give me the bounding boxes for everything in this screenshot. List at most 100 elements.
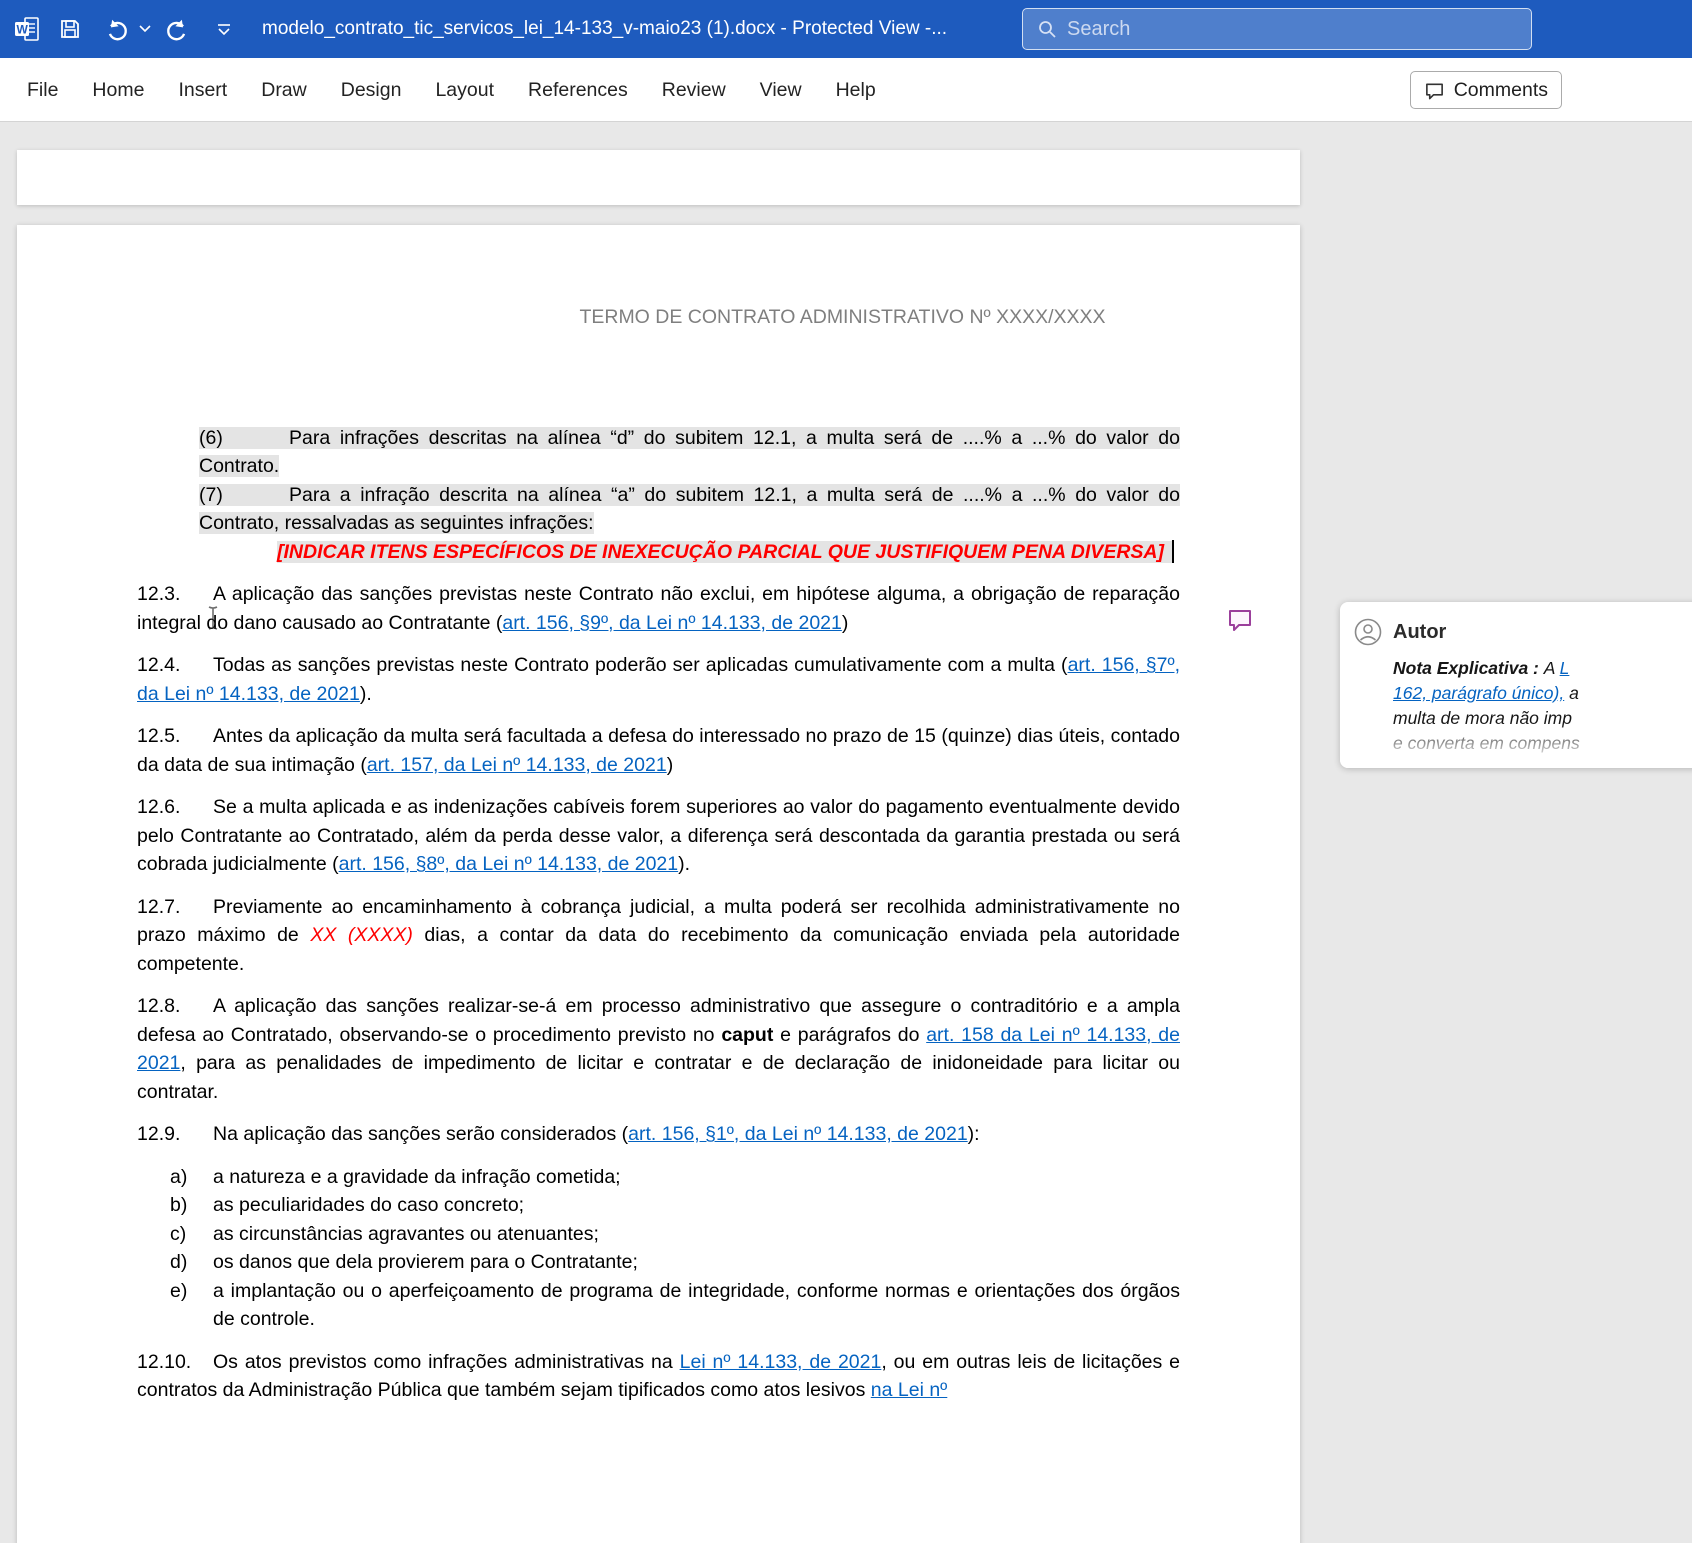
doc-text-run: Para a infração descrita na alínea “a” d… xyxy=(199,484,1180,535)
doc-link[interactable]: art. 156, §9º, da Lei nº 14.133, de 2021 xyxy=(502,612,842,634)
search-icon xyxy=(1037,19,1057,39)
doc-link[interactable]: Lei nº 14.133, de 2021 xyxy=(680,1351,882,1373)
doc-text-run: Os atos previstos como infrações adminis… xyxy=(213,1351,680,1373)
paragraph-number: 12.4. xyxy=(137,651,213,680)
doc-paragraph: 12.9.Na aplicação das sanções serão cons… xyxy=(137,1120,1180,1149)
doc-paragraph: (6)Para infrações descritas na alínea “d… xyxy=(137,424,1180,481)
doc-paragraph: e)a implantação ou o aperfeiçoamento de … xyxy=(137,1277,1180,1334)
doc-text-run: ). xyxy=(360,683,372,705)
ribbon: FileHomeInsertDrawDesignLayoutReferences… xyxy=(0,58,1692,122)
highlighted-text: [INDICAR ITENS ESPECÍFICOS DE INEXECUÇÃO… xyxy=(277,541,1174,563)
word-app-icon[interactable]: W xyxy=(8,0,46,58)
doc-paragraph: 12.5.Antes da aplicação da multa será fa… xyxy=(137,722,1180,779)
highlighted-text: (6)Para infrações descritas na alínea “d… xyxy=(199,427,1180,478)
comments-button-label: Comments xyxy=(1454,79,1548,102)
search-input[interactable] xyxy=(1067,18,1507,41)
doc-text-run: e parágrafos do xyxy=(773,1024,926,1046)
doc-text-run: as peculiaridades do caso concreto; xyxy=(213,1194,524,1216)
doc-paragraph: 12.10.Os atos previstos como infrações a… xyxy=(137,1348,1180,1405)
paragraph-number: d) xyxy=(170,1248,213,1277)
ibeam-cursor xyxy=(206,605,220,636)
paragraph-number: 12.9. xyxy=(137,1120,213,1149)
comment-note-line: e converta em compens xyxy=(1393,731,1692,756)
comment-note-line: multa de mora não imp xyxy=(1393,706,1692,731)
comment-text: multa de mora não imp xyxy=(1393,708,1572,728)
paragraph-number: (7) xyxy=(199,481,289,510)
comment-marker-icon[interactable] xyxy=(1226,606,1254,634)
comment-note-line: 162, parágrafo único), a xyxy=(1393,681,1692,706)
doc-paragraph: 12.7.Previamente ao encaminhamento à cob… xyxy=(137,893,1180,979)
comment-author: Autor xyxy=(1393,621,1446,644)
svg-text:W: W xyxy=(17,23,29,37)
doc-paragraph: 12.3.A aplicação das sanções previstas n… xyxy=(137,580,1180,637)
doc-text-run: caput xyxy=(721,1024,773,1046)
paragraph-number: a) xyxy=(170,1163,213,1192)
paragraph-number: 12.5. xyxy=(137,722,213,751)
ribbon-tab-file[interactable]: File xyxy=(10,58,75,122)
comment-note-line: Nota Explicativa : A L xyxy=(1393,656,1692,681)
ribbon-tab-draw[interactable]: Draw xyxy=(244,58,324,122)
doc-text-run: ). xyxy=(678,853,690,875)
doc-link[interactable]: art. 156, §1º, da Lei nº 14.133, de 2021 xyxy=(628,1123,968,1145)
paragraph-number: 12.3. xyxy=(137,580,213,609)
doc-text-run: Para infrações descritas na alínea “d” d… xyxy=(199,427,1180,478)
search-box[interactable] xyxy=(1022,8,1532,50)
doc-text-run: , para as penalidades de impedimento de … xyxy=(137,1052,1180,1103)
text-caret xyxy=(1172,540,1174,563)
doc-text-run: XX (XXXX) xyxy=(310,924,413,946)
doc-text-run: [INDICAR ITENS ESPECÍFICOS DE INEXECUÇÃO… xyxy=(277,541,1164,563)
comment-card[interactable]: Autor Nota Explicativa : A L162, parágra… xyxy=(1340,602,1692,768)
doc-text-run: ) xyxy=(667,754,674,776)
doc-paragraph: 12.8.A aplicação das sanções realizar-se… xyxy=(137,992,1180,1106)
comment-text: A xyxy=(1544,658,1560,678)
ribbon-tab-design[interactable]: Design xyxy=(324,58,419,122)
comment-link[interactable]: 162, parágrafo único), xyxy=(1393,683,1564,703)
paragraph-number: (6) xyxy=(199,424,289,453)
titlebar: W modelo_contrato_tic_servicos_lei_14-13… xyxy=(0,0,1692,58)
doc-text-run: Na aplicação das sanções serão considera… xyxy=(213,1123,628,1145)
doc-link[interactable]: na Lei nº xyxy=(871,1379,948,1401)
document-title-protected-view: modelo_contrato_tic_servicos_lei_14-133_… xyxy=(262,0,947,58)
doc-text-run: ): xyxy=(968,1123,980,1145)
doc-paragraph: 12.6.Se a multa aplicada e as indenizaçõ… xyxy=(137,793,1180,879)
highlighted-text: (7)Para a infração descrita na alínea “a… xyxy=(199,484,1180,535)
ribbon-tab-help[interactable]: Help xyxy=(819,58,893,122)
redo-icon[interactable] xyxy=(160,0,194,58)
doc-text-run: ) xyxy=(842,612,849,634)
doc-text-run: os danos que dela provierem para o Contr… xyxy=(213,1251,638,1273)
previous-page-edge xyxy=(17,150,1300,205)
document-scroll-area[interactable]: TERMO DE CONTRATO ADMINISTRATIVO Nº XXXX… xyxy=(0,122,1692,1543)
document-body: (6)Para infrações descritas na alínea “d… xyxy=(137,424,1180,1405)
ribbon-tab-home[interactable]: Home xyxy=(75,58,161,122)
doc-link[interactable]: art. 157, da Lei nº 14.133, de 2021 xyxy=(367,754,667,776)
ribbon-tab-layout[interactable]: Layout xyxy=(418,58,511,122)
contract-title: TERMO DE CONTRATO ADMINISTRATIVO Nº XXXX… xyxy=(137,303,1180,332)
comment-note: Nota Explicativa : A L162, parágrafo úni… xyxy=(1354,656,1692,756)
quick-access-toolbar-chevron-icon[interactable] xyxy=(210,0,238,58)
ribbon-tab-insert[interactable]: Insert xyxy=(161,58,244,122)
undo-dropdown-chevron[interactable] xyxy=(136,0,154,58)
doc-paragraph: [INDICAR ITENS ESPECÍFICOS DE INEXECUÇÃO… xyxy=(137,538,1180,567)
ribbon-tab-references[interactable]: References xyxy=(511,58,645,122)
comments-button[interactable]: Comments xyxy=(1410,71,1562,109)
paragraph-number: b) xyxy=(170,1191,213,1220)
doc-paragraph: c)as circunstâncias agravantes ou atenua… xyxy=(137,1220,1180,1249)
comment-header: Autor xyxy=(1354,618,1692,646)
paragraph-number: 12.8. xyxy=(137,992,213,1021)
doc-text-run: as circunstâncias agravantes ou atenuant… xyxy=(213,1223,599,1245)
page-content: TERMO DE CONTRATO ADMINISTRATIVO Nº XXXX… xyxy=(17,225,1300,1459)
comment-text: Nota Explicativa : xyxy=(1393,658,1544,678)
doc-paragraph: (7)Para a infração descrita na alínea “a… xyxy=(137,481,1180,538)
save-icon[interactable] xyxy=(52,0,88,58)
doc-paragraph: b)as peculiaridades do caso concreto; xyxy=(137,1191,1180,1220)
paragraph-number: e) xyxy=(170,1277,213,1306)
doc-link[interactable]: art. 156, §8º, da Lei nº 14.133, de 2021 xyxy=(339,853,679,875)
paragraph-number: 12.6. xyxy=(137,793,213,822)
comment-link[interactable]: L xyxy=(1560,658,1570,678)
undo-icon[interactable] xyxy=(100,0,134,58)
ribbon-tab-review[interactable]: Review xyxy=(645,58,743,122)
paragraph-number: 12.10. xyxy=(137,1348,213,1377)
document-page: TERMO DE CONTRATO ADMINISTRATIVO Nº XXXX… xyxy=(17,225,1300,1543)
author-avatar-icon xyxy=(1354,618,1382,646)
ribbon-tab-view[interactable]: View xyxy=(743,58,819,122)
